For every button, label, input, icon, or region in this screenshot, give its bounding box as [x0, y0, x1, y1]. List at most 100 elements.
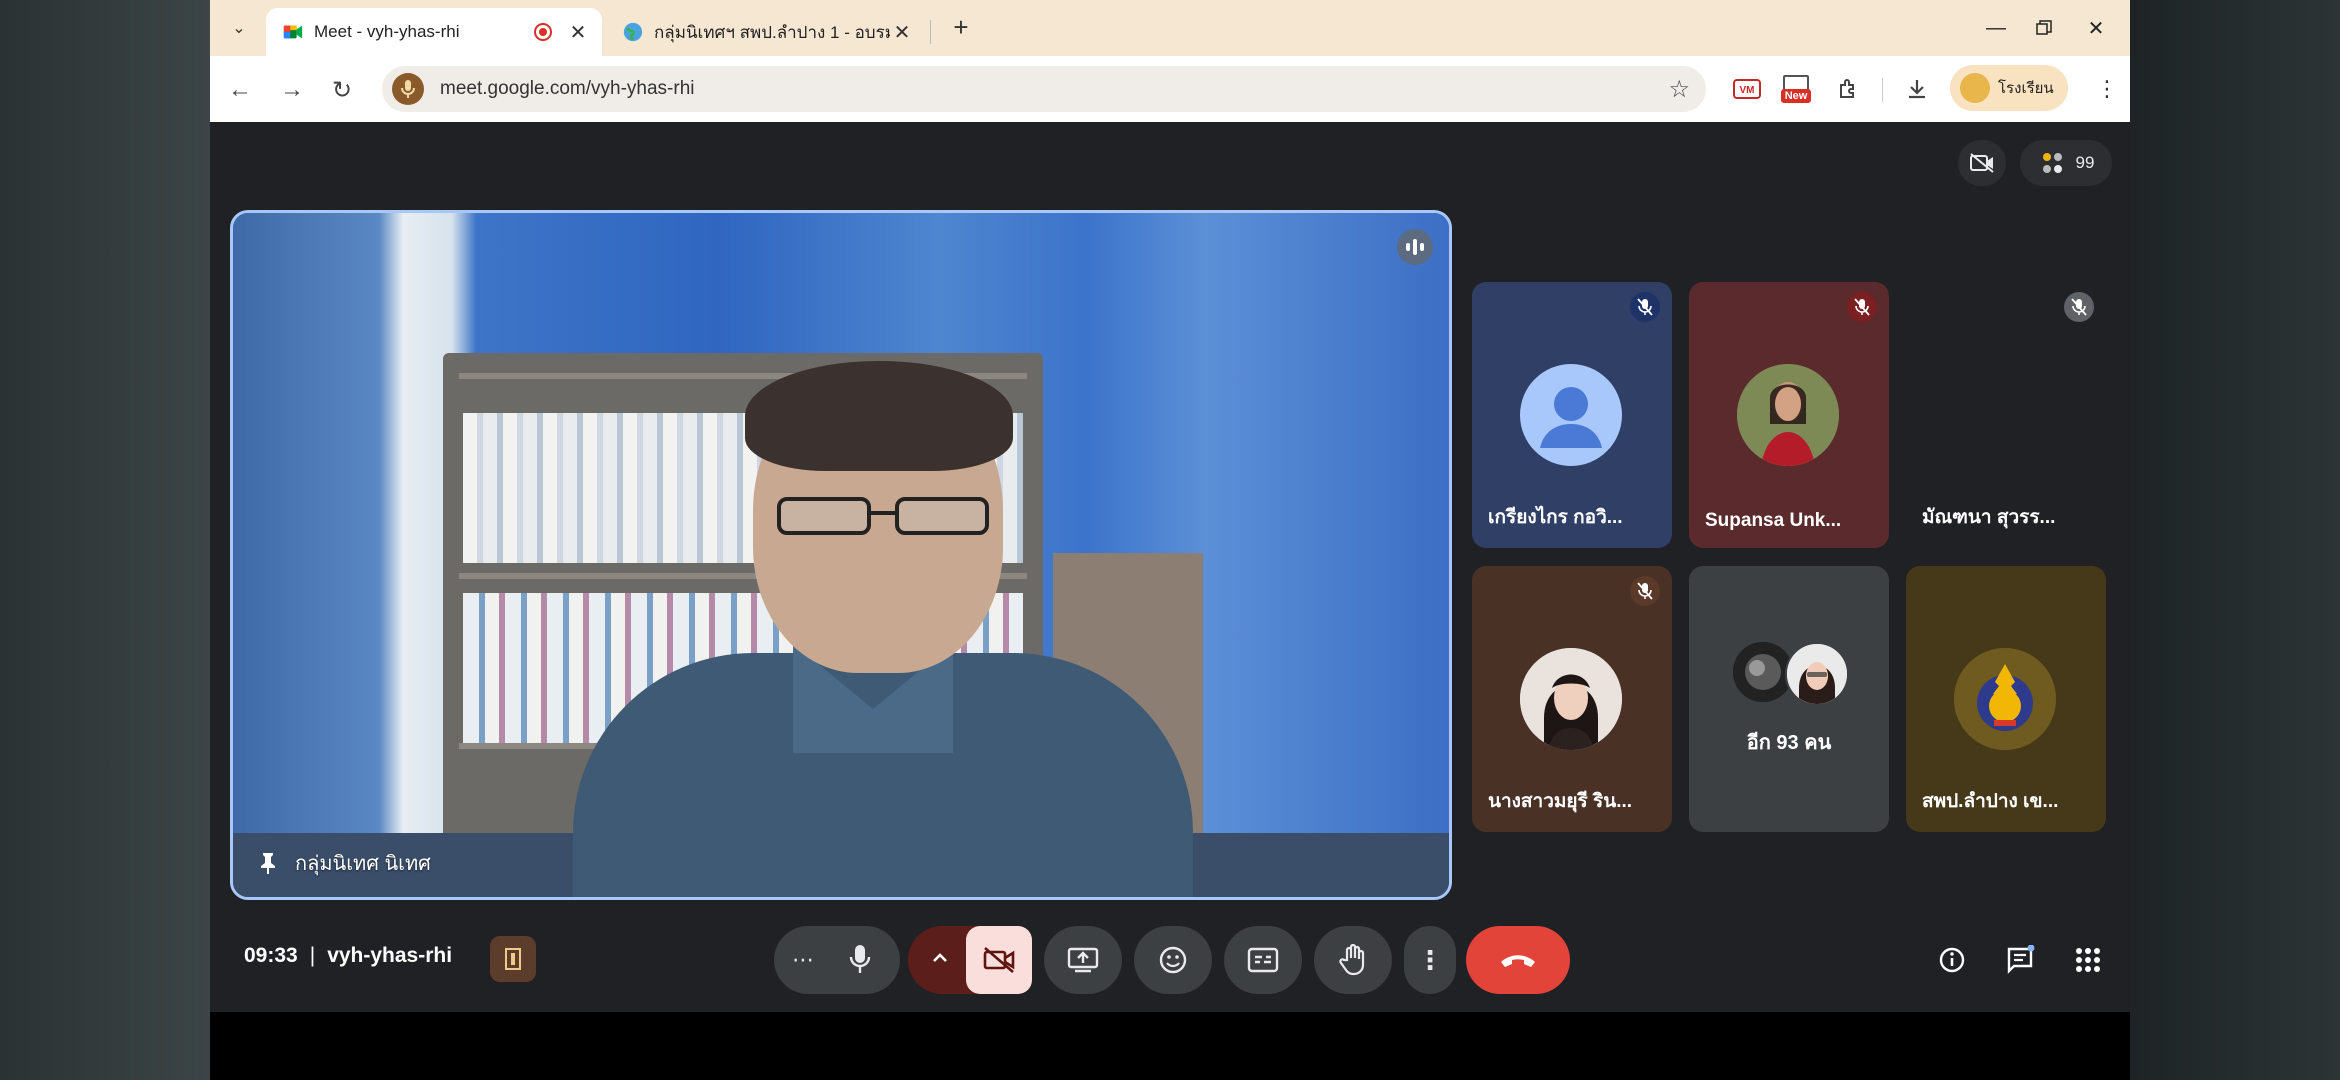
more-options-button[interactable]: ⋮ — [1404, 926, 1456, 994]
browser-window: ⌄ Meet - vyh-yhas-rhi ✕ กลุ่มนิเทศฯ สพป.… — [210, 0, 2130, 1080]
browser-toolbar: ← → ↻ meet.google.com/vyh-yhas-rhi ☆ VM … — [210, 56, 2130, 122]
meeting-details-info-icon[interactable] — [1928, 936, 1976, 984]
main-participant-label: กลุ่มนิเทศ นิเทศ — [259, 847, 431, 879]
url-text: meet.google.com/vyh-yhas-rhi — [440, 78, 695, 99]
globe-icon — [623, 22, 643, 42]
close-window-icon[interactable]: ✕ — [2076, 10, 2116, 46]
new-tab-plus-icon[interactable]: + — [945, 12, 977, 43]
minimize-icon[interactable]: — — [1976, 10, 2016, 46]
default-avatar — [1520, 364, 1622, 466]
svg-text:VM: VM — [1740, 85, 1755, 96]
emoji-reaction-button[interactable] — [1134, 926, 1212, 994]
tab-meet[interactable]: Meet - vyh-yhas-rhi ✕ — [266, 8, 602, 56]
vm-extension-icon[interactable]: VM — [1732, 72, 1762, 106]
tab-title: Meet - vyh-yhas-rhi — [314, 22, 460, 41]
forward-arrow-icon[interactable]: → — [272, 70, 312, 110]
chevron-up-icon[interactable] — [930, 948, 950, 973]
person-hair — [745, 361, 1013, 471]
camera-off-status-icon[interactable] — [1958, 140, 2006, 186]
meeting-info: 09:33 | vyh-yhas-rhi — [244, 944, 453, 967]
others-tile[interactable]: อีก 93 คน — [1689, 566, 1889, 832]
school-emblem-avatar — [1954, 648, 2056, 750]
google-meet-icon — [283, 25, 303, 39]
video-controls-group — [908, 926, 1032, 994]
main-participant-name: กลุ่มนิเทศ นิเทศ — [295, 853, 431, 875]
more-vert-icon: ⋮ — [1417, 944, 1443, 975]
profile-button[interactable]: โรงเรียน — [1950, 65, 2068, 111]
tab-divider — [930, 20, 931, 44]
meeting-time: 09:33 — [244, 944, 298, 967]
people-icon — [2042, 153, 2062, 173]
more-audio-options-icon[interactable]: ⋯ — [792, 947, 814, 973]
participant-photo — [1733, 642, 1793, 702]
tab-title: กลุ่มนิเทศฯ สพป.ลำปาง 1 - อบรม โ — [654, 22, 890, 42]
raise-hand-button[interactable] — [1314, 926, 1392, 994]
extensions-puzzle-icon[interactable] — [1832, 72, 1866, 106]
glasses — [777, 497, 989, 535]
address-bar[interactable]: meet.google.com/vyh-yhas-rhi ☆ — [382, 66, 1706, 112]
participant-name: มัณฑนา สุวรร... — [1922, 507, 2056, 528]
mic-off-icon — [1630, 292, 1660, 322]
taskbar-area — [210, 1012, 2130, 1080]
door-host-controls-icon[interactable] — [490, 936, 536, 982]
tab-training[interactable]: กลุ่มนิเทศฯ สพป.ลำปาง 1 - อบรม โ ✕ — [606, 8, 926, 56]
call-controls-bar: 09:33 | vyh-yhas-rhi ⋯ ⋮ — [210, 912, 2130, 1012]
chat-icon[interactable] — [1996, 936, 2044, 984]
left-backdrop — [0, 0, 210, 1080]
mic-off-icon — [1630, 576, 1660, 606]
participant-photo — [1737, 364, 1839, 466]
participant-tile[interactable]: มัณฑนา สุวรร... — [1906, 282, 2106, 548]
bookmark-star-icon[interactable]: ☆ — [1668, 75, 1690, 104]
participant-name: นางสาวมยุรี ริน... — [1488, 791, 1633, 812]
reload-icon[interactable]: ↻ — [322, 70, 362, 110]
profile-label: โรงเรียน — [1998, 80, 2054, 97]
participant-tile[interactable]: สพป.ลำปาง เข... — [1906, 566, 2106, 832]
participant-tile[interactable]: เกรียงไกร กอวิ... — [1472, 282, 1672, 548]
participant-photo — [1520, 648, 1622, 750]
close-tab-icon[interactable]: ✕ — [890, 20, 914, 45]
closed-captions-icon — [1247, 947, 1279, 973]
activities-grid-icon[interactable] — [2064, 936, 2112, 984]
participant-name: Supansa Unk... — [1705, 510, 1842, 531]
mic-off-icon — [1847, 292, 1877, 322]
video-off-icon — [983, 947, 1015, 973]
new-extension-icon[interactable]: New — [1776, 72, 1816, 106]
participant-tile[interactable]: นางสาวมยุรี ริน... — [1472, 566, 1672, 832]
captions-button[interactable] — [1224, 926, 1302, 994]
restore-icon[interactable] — [2024, 10, 2064, 46]
close-tab-icon[interactable]: ✕ — [566, 20, 590, 45]
leave-call-button[interactable] — [1466, 926, 1570, 994]
tab-search-chevron-icon[interactable]: ⌄ — [222, 12, 256, 44]
new-badge: New — [1780, 89, 1812, 103]
main-video-tile[interactable]: กลุ่มนิเทศ นิเทศ — [230, 210, 1452, 900]
smiley-icon — [1159, 946, 1187, 974]
camera-off-button[interactable] — [966, 926, 1032, 994]
present-screen-icon — [1067, 947, 1099, 973]
participant-count: 99 — [2075, 153, 2095, 172]
mic-off-icon — [2064, 292, 2094, 322]
toolbar-divider — [1882, 78, 1883, 102]
person-shirt — [573, 653, 1193, 897]
meeting-code: vyh-yhas-rhi — [327, 944, 453, 967]
tab-strip: ⌄ Meet - vyh-yhas-rhi ✕ กลุ่มนิเทศฯ สพป.… — [210, 0, 2130, 56]
back-arrow-icon[interactable]: ← — [220, 70, 260, 110]
speaking-indicator-icon — [1397, 229, 1433, 265]
microphone-icon[interactable] — [848, 943, 872, 980]
hang-up-icon — [1501, 955, 1535, 967]
hand-icon — [1339, 944, 1365, 976]
recording-indicator-icon — [534, 23, 552, 41]
participant-name: เกรียงไกร กอวิ... — [1488, 507, 1623, 528]
avatar — [1960, 73, 1990, 103]
meet-stage: 99 กลุ่มนิเทศ นิเทศ เกรียงไกร กอวิ... Su… — [210, 122, 2130, 1012]
microphone-site-icon[interactable] — [392, 73, 424, 105]
download-icon[interactable] — [1900, 72, 1934, 106]
present-screen-button[interactable] — [1044, 926, 1122, 994]
participant-photo — [1785, 642, 1849, 706]
browser-menu-icon[interactable]: ⋮ — [2096, 76, 2118, 102]
participant-name: สพป.ลำปาง เข... — [1922, 791, 2059, 812]
participants-count-button[interactable]: 99 — [2020, 140, 2112, 186]
pin-icon[interactable] — [259, 852, 277, 874]
more-participants-label: อีก 93 คน — [1746, 732, 1832, 754]
audio-controls-group: ⋯ — [774, 926, 900, 994]
participant-tile[interactable]: Supansa Unk... — [1689, 282, 1889, 548]
